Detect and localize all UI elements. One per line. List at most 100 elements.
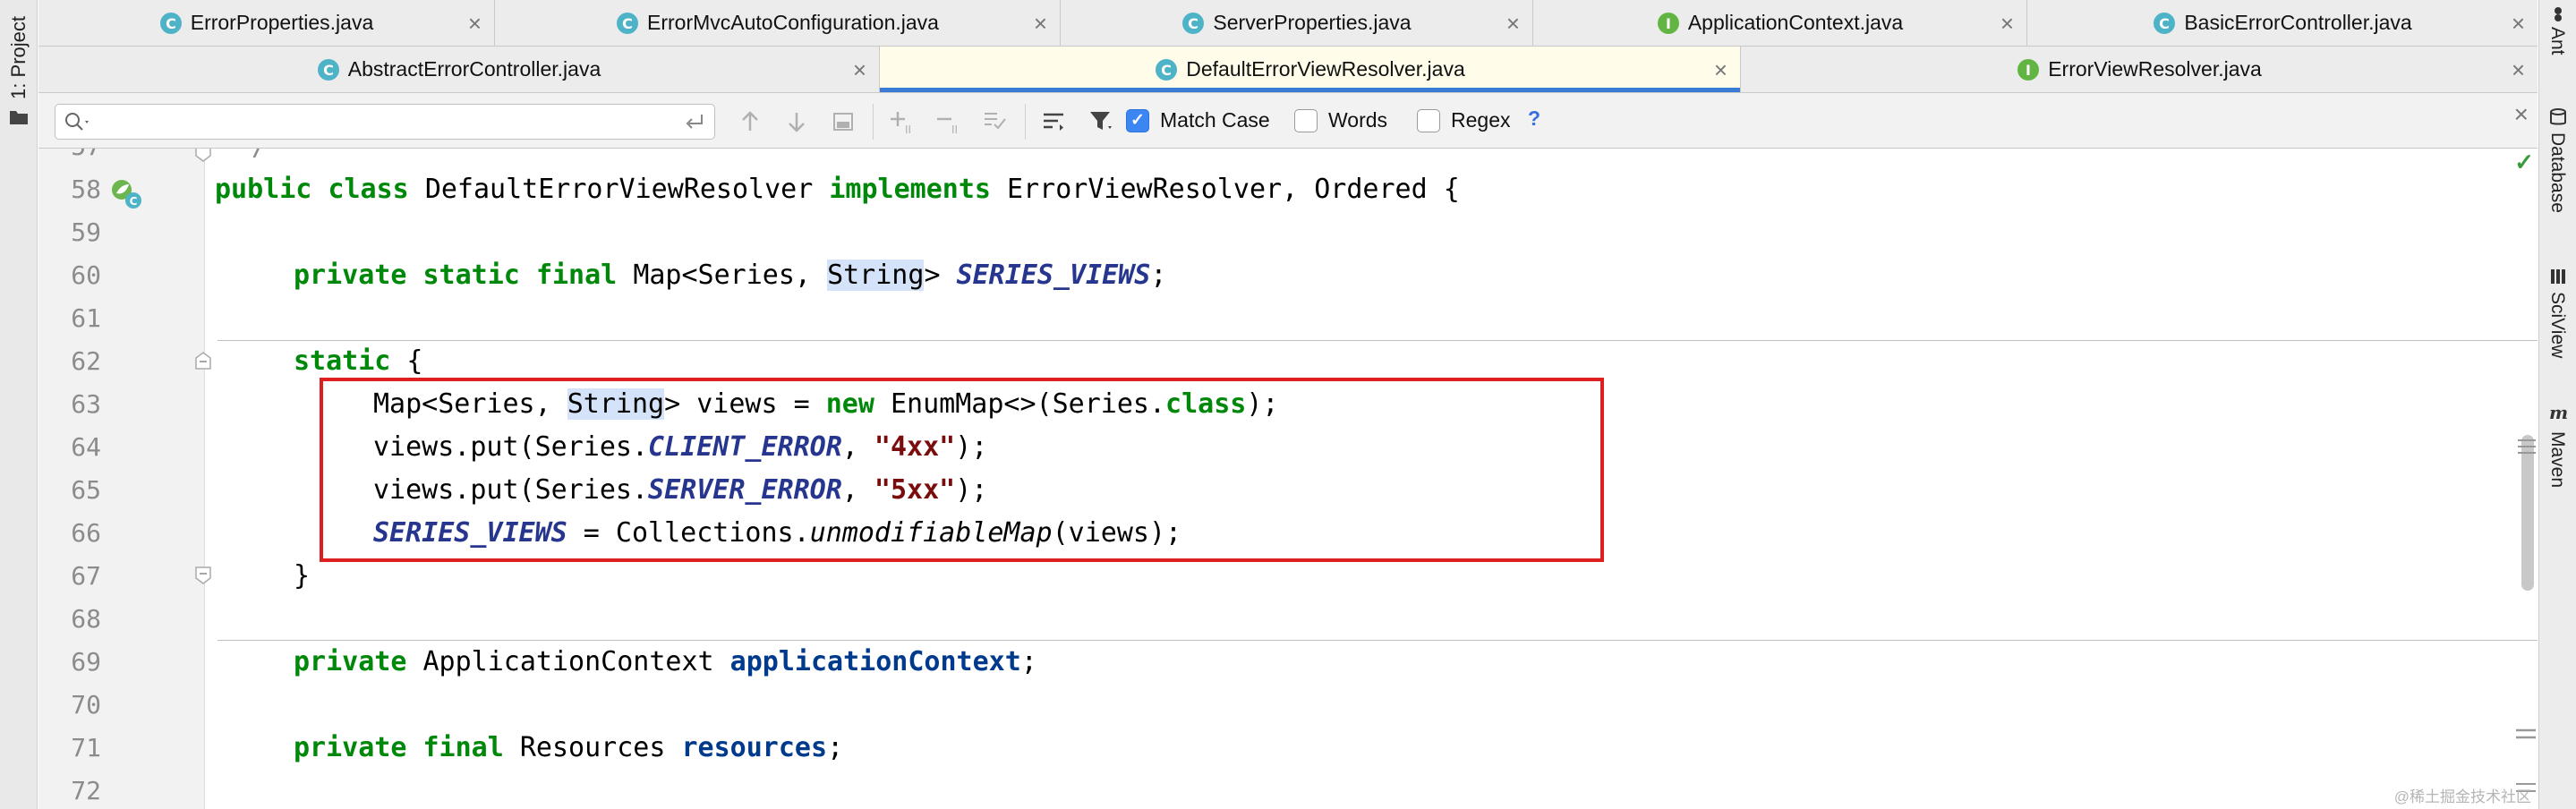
- close-icon[interactable]: ×: [2512, 58, 2525, 81]
- remove-occurrence-icon[interactable]: II: [935, 108, 962, 135]
- field-name: applicationContext: [729, 646, 1021, 677]
- class-icon: C: [617, 12, 638, 34]
- field-name: resources: [681, 732, 828, 763]
- tab-abstract-error-controller[interactable]: C AbstractErrorController.java ×: [38, 47, 880, 92]
- next-occurrence-icon[interactable]: [783, 108, 810, 135]
- fold-end-icon[interactable]: [193, 566, 213, 585]
- left-tool-strip: 1: Project: [0, 0, 38, 809]
- class-icon: C: [159, 12, 182, 34]
- interface-icon: I: [2017, 58, 2040, 81]
- code-text: ;: [827, 732, 844, 763]
- database-tool-button[interactable]: Database: [2546, 132, 2568, 213]
- search-icon[interactable]: [63, 110, 93, 133]
- project-tool-button[interactable]: 1: Project: [7, 16, 30, 99]
- filter-icon[interactable]: [1088, 108, 1114, 135]
- tab-label: AbstractErrorController.java: [347, 57, 601, 81]
- find-toolbar: II II ✓ Match Case Words Regex ? ×: [38, 93, 2538, 149]
- keyword: final: [535, 260, 618, 291]
- ant-tool-button[interactable]: Ant: [2546, 27, 2568, 55]
- search-history-icon[interactable]: [682, 111, 705, 132]
- close-icon[interactable]: ×: [468, 12, 482, 35]
- highlight-box: [320, 378, 1604, 562]
- line-number: 70: [71, 690, 101, 720]
- line-number: 61: [71, 303, 101, 333]
- comment-end: */: [235, 149, 268, 162]
- code-line-57: */: [235, 149, 268, 168]
- svg-text:C: C: [130, 195, 138, 208]
- svg-text:C: C: [622, 15, 633, 32]
- spring-bean-icon[interactable]: C: [109, 177, 145, 211]
- code-line-67: }: [294, 555, 310, 598]
- highlighted-match: String: [827, 260, 925, 291]
- database-icon: [2550, 108, 2566, 125]
- add-occurrence-icon[interactable]: II: [889, 108, 916, 135]
- code-text: ApplicationContext: [406, 646, 730, 677]
- code-text: {: [390, 345, 423, 377]
- tab-error-mvc-auto-configuration[interactable]: C ErrorMvcAutoConfiguration.java ×: [495, 0, 1061, 46]
- line-number: 69: [71, 647, 101, 677]
- line-number: 71: [71, 733, 101, 762]
- words-checkbox[interactable]: [1294, 108, 1318, 132]
- code-editor[interactable]: C 57 58 59 60 61 62 63 64 65 66 67 68 69…: [38, 149, 2538, 809]
- code-text: >: [924, 260, 957, 291]
- tab-server-properties[interactable]: C ServerProperties.java ×: [1061, 0, 1533, 46]
- tab-basic-error-controller[interactable]: C BasicErrorController.java ×: [2027, 0, 2538, 46]
- regex-help-link[interactable]: ?: [1528, 106, 1540, 131]
- sciview-tool-button[interactable]: SciView: [2546, 292, 2568, 358]
- svg-text:I: I: [2026, 62, 2031, 79]
- fold-start-icon[interactable]: [193, 351, 213, 370]
- folder-icon: [10, 111, 28, 124]
- tab-error-view-resolver[interactable]: I ErrorViewResolver.java ×: [1741, 47, 2538, 92]
- vertical-scrollbar[interactable]: [2521, 435, 2534, 591]
- no-problems-check-icon: ✓: [2514, 149, 2534, 175]
- watermark: @稀土掘金技术社区: [2393, 788, 2531, 805]
- close-icon[interactable]: ×: [1714, 58, 1727, 81]
- maven-tool-button[interactable]: Maven: [2546, 431, 2568, 488]
- show-filter-popup-icon[interactable]: [1041, 108, 1068, 135]
- close-icon[interactable]: ×: [2512, 12, 2525, 35]
- code-line-58: public class DefaultErrorViewResolver im…: [215, 168, 1460, 211]
- scroll-marker-icon: [2516, 728, 2536, 739]
- filter-search-results-icon[interactable]: [830, 108, 857, 135]
- match-case-checkbox[interactable]: ✓: [1126, 108, 1149, 132]
- tab-label: ApplicationContext.java: [1687, 11, 1904, 34]
- tab-error-properties[interactable]: C ErrorProperties.java ×: [38, 0, 495, 46]
- match-case-option[interactable]: ✓ Match Case: [1126, 108, 1270, 132]
- close-icon[interactable]: ×: [1506, 12, 1520, 35]
- close-icon[interactable]: ×: [2000, 12, 2014, 35]
- search-field[interactable]: [55, 104, 715, 140]
- line-number: 59: [71, 217, 101, 247]
- tab-default-error-view-resolver[interactable]: C DefaultErrorViewResolver.java ×: [880, 47, 1741, 92]
- code-line-60: private static final Map<Series, String>…: [294, 254, 1166, 297]
- previous-occurrence-icon[interactable]: [737, 108, 763, 135]
- keyword: private: [294, 260, 407, 291]
- class-icon: C: [317, 58, 339, 81]
- close-icon[interactable]: ×: [1034, 12, 1047, 35]
- code-text: }: [294, 560, 311, 592]
- code-line-71: private final Resources resources;: [294, 727, 843, 770]
- svg-text:I: I: [1666, 15, 1671, 32]
- words-option[interactable]: Words: [1294, 108, 1387, 132]
- close-icon[interactable]: ×: [853, 58, 866, 81]
- keyword: private: [294, 646, 407, 677]
- search-input[interactable]: [100, 110, 637, 133]
- tab-application-context[interactable]: I ApplicationContext.java ×: [1533, 0, 2027, 46]
- tab-label: DefaultErrorViewResolver.java: [1186, 57, 1465, 81]
- keyword: implements: [829, 174, 991, 205]
- tab-label: BasicErrorController.java: [2184, 11, 2412, 34]
- line-number: 67: [71, 561, 101, 591]
- editor-tabs-row-1: C ErrorProperties.java × C ErrorMvcAutoC…: [38, 0, 2538, 47]
- regex-option[interactable]: Regex: [1417, 108, 1510, 132]
- fold-end-icon[interactable]: [193, 149, 213, 163]
- scroll-marker-icon: [2518, 439, 2536, 454]
- regex-checkbox[interactable]: [1417, 108, 1440, 132]
- svg-text:C: C: [1189, 15, 1199, 32]
- close-search-icon[interactable]: ×: [2514, 100, 2529, 129]
- line-number: 66: [71, 518, 101, 548]
- keyword: static: [422, 260, 520, 291]
- line-number: 68: [71, 604, 101, 634]
- select-all-occurrences-icon[interactable]: [982, 108, 1009, 135]
- code-text: ErrorViewResolver, Ordered {: [1007, 174, 1460, 205]
- line-number: 58: [71, 175, 101, 204]
- keyword: final: [422, 732, 504, 763]
